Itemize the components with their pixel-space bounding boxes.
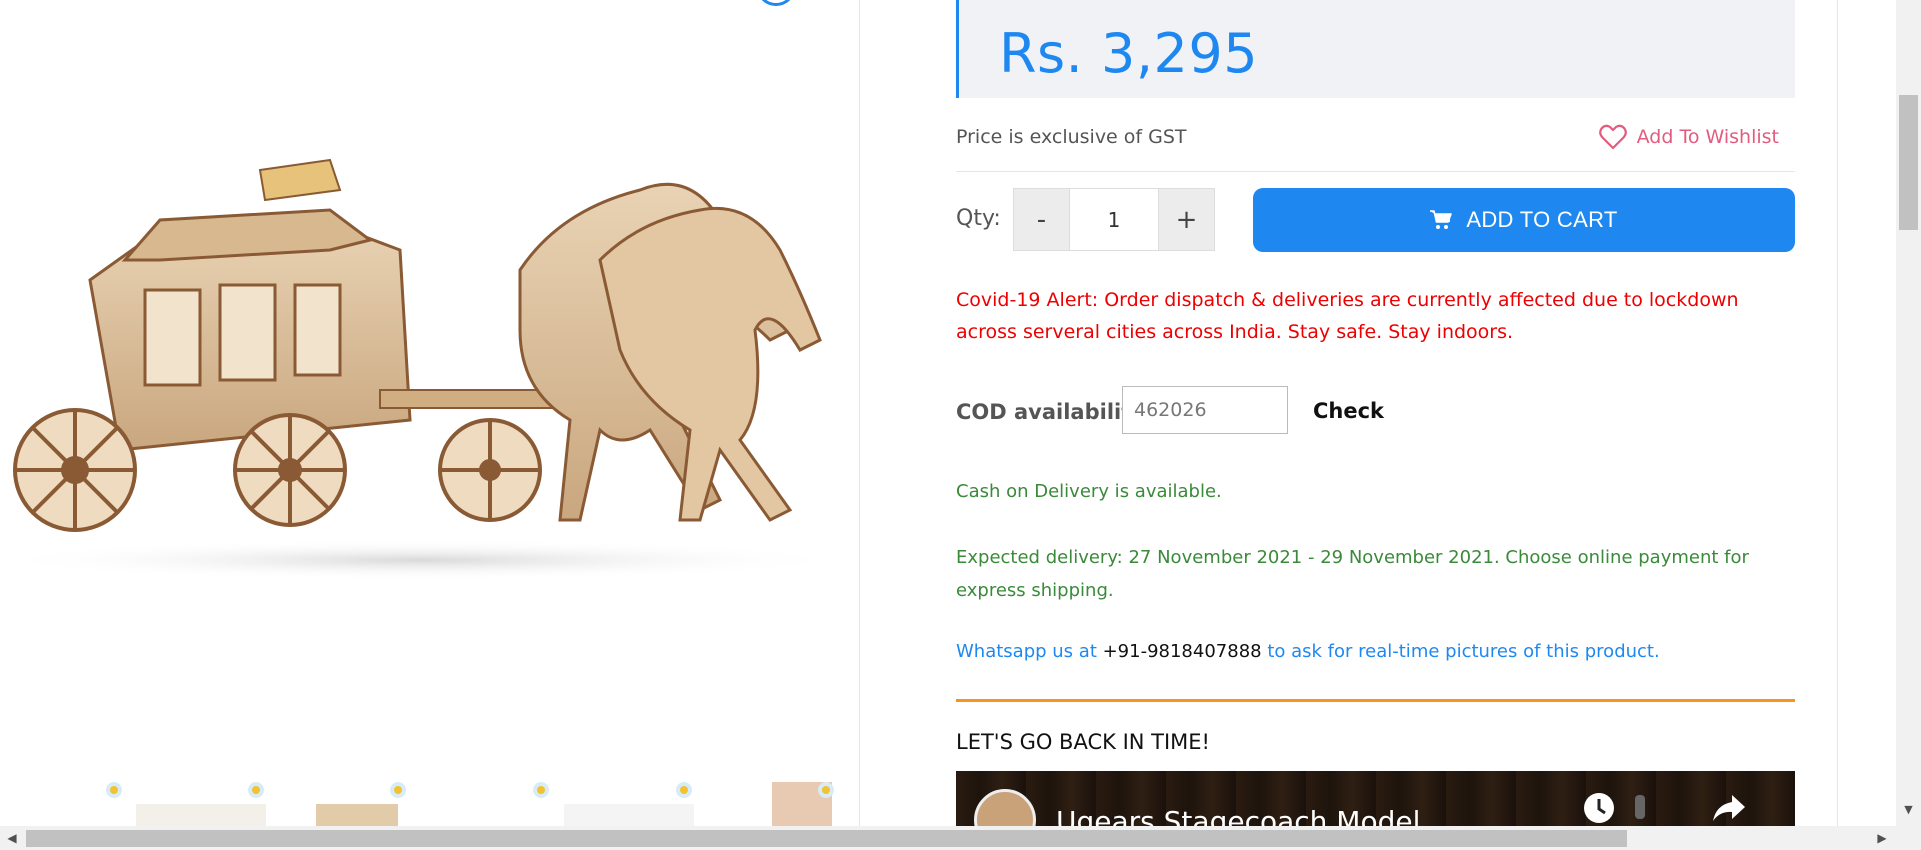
product-price: Rs. 3,295 — [999, 22, 1259, 85]
whatsapp-suffix: to ask for real-time pictures of this pr… — [1261, 641, 1660, 662]
thumbnail-badge-icon — [248, 782, 264, 798]
thumbnail[interactable] — [136, 804, 266, 826]
scroll-down-arrow-icon[interactable]: ▼ — [1896, 800, 1921, 818]
wishlist-label: Add To Wishlist — [1636, 126, 1779, 148]
section-divider — [956, 699, 1795, 702]
pincode-input[interactable] — [1122, 386, 1288, 434]
expected-delivery: Expected delivery: 27 November 2021 - 29… — [956, 547, 1749, 601]
whatsapp-number-link[interactable]: +91-9818407888 — [1103, 641, 1262, 662]
gallery-divider — [859, 0, 860, 826]
quantity-stepper: - + — [1013, 188, 1215, 251]
whatsapp-line: Whatsapp us at +91-9818407888 to ask for… — [956, 641, 1660, 662]
qty-decrement-button[interactable]: - — [1014, 189, 1069, 250]
thumbnail-badge-icon — [533, 782, 549, 798]
covid-alert: Covid-19 Alert: Order dispatch & deliver… — [956, 289, 1739, 343]
add-to-wishlist-button[interactable]: Add To Wishlist — [1598, 124, 1779, 150]
cod-status: Cash on Delivery is available. — [956, 481, 1222, 502]
share-icon[interactable] — [1712, 793, 1746, 823]
clock-icon[interactable] — [1582, 791, 1616, 825]
quantity-row: Qty: - + ADD TO CART — [956, 188, 1795, 252]
video-embed[interactable]: Ugears Stagecoach Model — [956, 771, 1795, 826]
qty-label: Qty: — [956, 206, 1001, 231]
video-title[interactable]: Ugears Stagecoach Model — [1056, 805, 1420, 826]
thumbnail-strip — [80, 782, 840, 826]
qty-input[interactable] — [1069, 189, 1159, 250]
add-to-cart-label: ADD TO CART — [1466, 207, 1618, 232]
thumbnail-badge-icon — [390, 782, 406, 798]
vertical-scroll-thumb[interactable] — [1899, 95, 1918, 230]
heart-icon — [1598, 124, 1627, 150]
product-gallery — [0, 0, 859, 826]
scroll-left-arrow-icon[interactable]: ◀ — [0, 826, 24, 850]
cod-label: COD availability — [956, 400, 1145, 424]
add-to-cart-button[interactable]: ADD TO CART — [1253, 188, 1795, 252]
whatsapp-prefix: Whatsapp us at — [956, 641, 1103, 662]
cod-row: COD availability Check — [956, 386, 1795, 436]
thumbnail-badge-icon — [676, 782, 692, 798]
product-page: Rs. 3,295 Price is exclusive of GST Add … — [0, 0, 1921, 850]
section-heading: LET'S GO BACK IN TIME! — [956, 730, 1210, 754]
thumbnail[interactable] — [564, 804, 694, 826]
thumbnail-badge-icon — [818, 782, 834, 798]
scroll-up-arrow-icon[interactable] — [1896, 0, 1921, 18]
price-box: Rs. 3,295 — [956, 0, 1795, 98]
check-button[interactable]: Check — [1313, 399, 1384, 423]
cart-icon — [1430, 210, 1453, 229]
video-control-icon — [1635, 795, 1645, 819]
product-main-image[interactable] — [0, 90, 855, 580]
gst-row: Price is exclusive of GST Add To Wishlis… — [956, 120, 1795, 172]
horizontal-scroll-thumb[interactable] — [26, 830, 1627, 847]
zoom-badge[interactable] — [756, 0, 796, 6]
panel-divider — [1837, 0, 1838, 826]
qty-increment-button[interactable]: + — [1159, 189, 1214, 250]
gst-note: Price is exclusive of GST — [956, 126, 1187, 148]
thumbnail[interactable] — [316, 804, 398, 826]
product-info-panel: Rs. 3,295 Price is exclusive of GST Add … — [906, 0, 1836, 826]
thumbnail-badge-icon — [106, 782, 122, 798]
scroll-right-arrow-icon[interactable]: ▶ — [1870, 826, 1894, 850]
